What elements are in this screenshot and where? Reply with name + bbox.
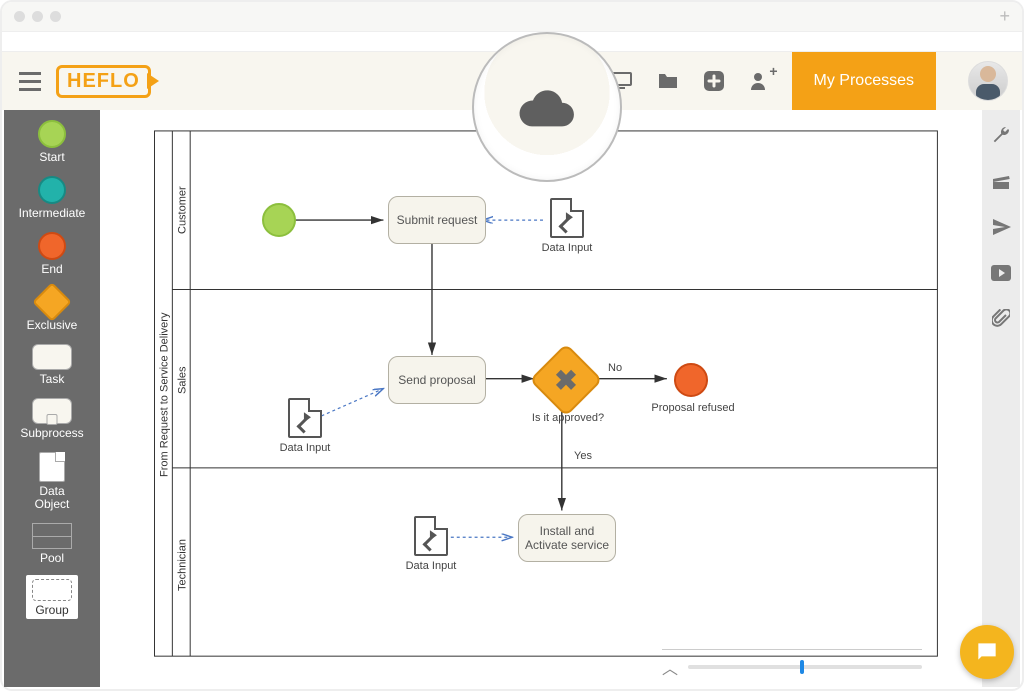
wrench-icon[interactable] xyxy=(990,124,1012,146)
pool-title: From Request to Service Delivery xyxy=(156,130,173,660)
gateway-label: Is it approved? xyxy=(528,412,608,424)
zoom-slider[interactable] xyxy=(688,665,922,669)
data-input-tech-label: Data Input xyxy=(400,560,462,572)
task-install-activate[interactable]: Install and Activate service xyxy=(518,514,616,562)
zoom-handle[interactable] xyxy=(800,660,804,674)
app-logo-play-icon xyxy=(147,73,159,89)
palette-start[interactable]: Start xyxy=(38,116,66,170)
lane-customer: Customer xyxy=(174,130,191,290)
start-event[interactable] xyxy=(262,203,296,237)
zoom-collapse-icon[interactable]: ︿ xyxy=(662,655,678,679)
user-avatar[interactable] xyxy=(968,61,1008,101)
zoom-control[interactable]: ︿ xyxy=(662,649,922,677)
data-input-sales-label: Data Input xyxy=(274,442,336,454)
palette-data-object[interactable]: Data Object xyxy=(35,448,70,517)
folder-icon[interactable] xyxy=(654,67,682,95)
header-toolbar: + My Processes xyxy=(562,52,1022,110)
end-event-refused[interactable] xyxy=(674,363,708,397)
data-object-icon xyxy=(39,452,65,482)
palette-end[interactable]: End xyxy=(38,228,66,282)
lane-sales: Sales xyxy=(174,290,191,470)
pool-icon xyxy=(32,523,72,549)
palette-subprocess[interactable]: Subprocess xyxy=(20,394,83,446)
palette-exclusive[interactable]: Exclusive xyxy=(27,284,78,338)
chat-icon xyxy=(974,639,1000,665)
gateway-yes: Yes xyxy=(574,450,592,462)
lane-technician: Technician xyxy=(174,470,191,660)
chat-fab[interactable] xyxy=(960,625,1014,679)
end-refused-label: Proposal refused xyxy=(648,402,738,414)
my-processes-button[interactable]: My Processes xyxy=(792,52,936,110)
palette-task[interactable]: Task xyxy=(32,340,72,392)
task-icon xyxy=(32,344,72,370)
task-send-proposal[interactable]: Send proposal xyxy=(388,356,486,404)
app-logo[interactable]: HEFLO xyxy=(56,65,159,98)
end-event-icon xyxy=(38,232,66,260)
traffic-light-max[interactable] xyxy=(50,11,61,22)
app-body: Start Intermediate End Exclusive Task Su… xyxy=(4,110,1020,687)
menu-button[interactable] xyxy=(10,61,50,101)
exclusive-gateway-icon xyxy=(32,282,72,322)
palette-group[interactable]: Group xyxy=(26,575,78,619)
video-icon[interactable] xyxy=(990,262,1012,284)
palette-pool[interactable]: Pool xyxy=(32,519,72,571)
send-icon[interactable] xyxy=(990,216,1012,238)
start-event-icon xyxy=(38,120,66,148)
group-icon xyxy=(32,579,72,601)
window-titlebar: + xyxy=(2,2,1022,32)
data-input-tech[interactable] xyxy=(414,516,448,556)
intermediate-event-icon xyxy=(38,176,66,204)
plus-square-icon[interactable] xyxy=(700,67,728,95)
attachment-icon[interactable] xyxy=(990,308,1012,330)
task-submit-request[interactable]: Submit request xyxy=(388,196,486,244)
new-tab-button[interactable]: + xyxy=(999,6,1010,27)
app-logo-text: HEFLO xyxy=(56,65,151,98)
data-input-customer-label: Data Input xyxy=(536,242,598,254)
add-user-icon[interactable]: + xyxy=(746,67,774,95)
clapper-icon[interactable] xyxy=(990,170,1012,192)
cloud-highlight-callout xyxy=(472,32,622,182)
palette-intermediate[interactable]: Intermediate xyxy=(19,172,86,226)
data-input-sales[interactable] xyxy=(288,398,322,438)
data-input-customer[interactable] xyxy=(550,198,584,238)
diagram-canvas[interactable]: From Request to Service Delivery Custome… xyxy=(100,110,982,687)
cloud-icon-large xyxy=(519,87,575,127)
gateway-no: No xyxy=(608,362,622,374)
right-toolbar xyxy=(982,110,1020,687)
browser-window: + HEFLO + My Processes xyxy=(0,0,1024,691)
traffic-light-min[interactable] xyxy=(32,11,43,22)
shape-palette: Start Intermediate End Exclusive Task Su… xyxy=(4,110,100,687)
subprocess-icon xyxy=(32,398,72,424)
traffic-light-close[interactable] xyxy=(14,11,25,22)
